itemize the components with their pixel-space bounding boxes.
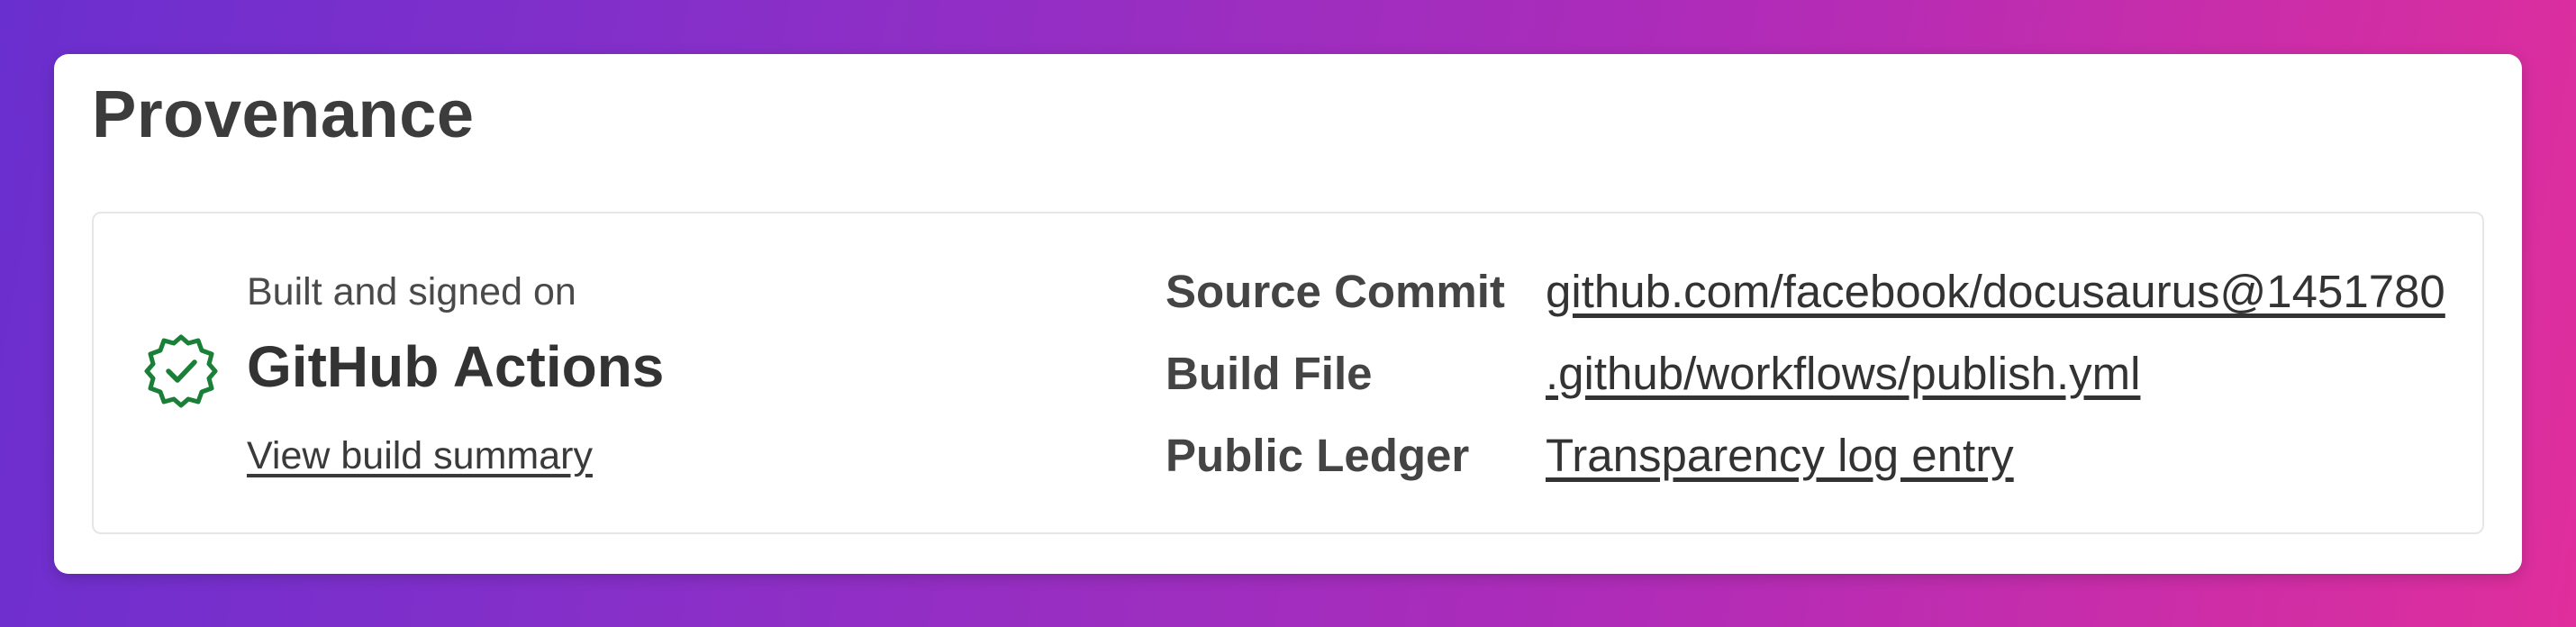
provenance-panel: Built and signed on GitHub Actions View … (92, 212, 2484, 534)
public-ledger-label: Public Ledger (1166, 430, 1470, 481)
build-file-label: Build File (1166, 348, 1373, 399)
source-commit-label: Source Commit (1166, 266, 1505, 317)
provenance-card: Provenance Built and signed on GitHub Ac… (54, 54, 2522, 574)
section-title: Provenance (92, 77, 475, 151)
build-platform-name: GitHub Actions (247, 334, 665, 399)
verified-check-icon (144, 334, 218, 408)
build-file-link[interactable]: .github/workflows/publish.yml (1546, 346, 2140, 401)
built-and-signed-label: Built and signed on (247, 270, 576, 314)
view-build-summary-link[interactable]: View build summary (247, 433, 593, 480)
source-commit-link[interactable]: github.com/facebook/docusaurus@1451780 (1546, 264, 2445, 319)
transparency-log-link[interactable]: Transparency log entry (1546, 428, 2014, 483)
